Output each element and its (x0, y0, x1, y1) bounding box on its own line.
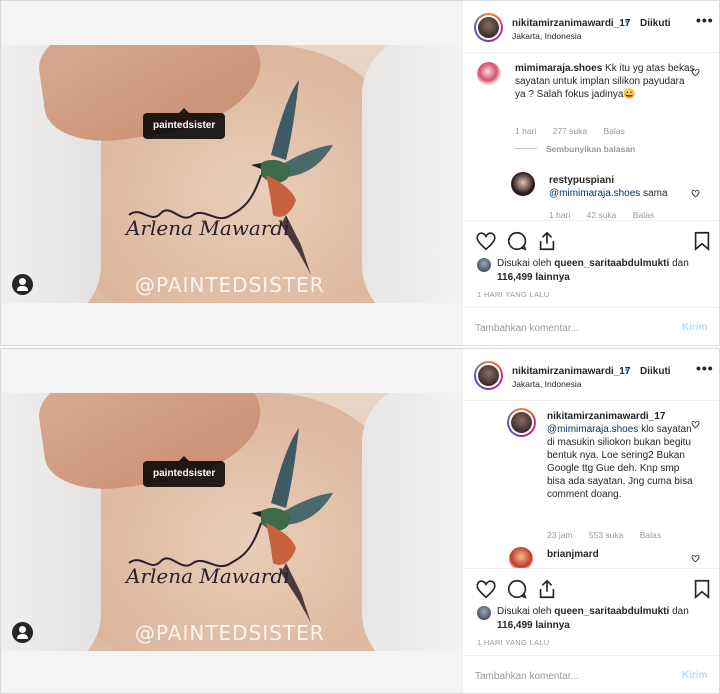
post-comment-button[interactable]: Kirim (682, 670, 708, 681)
likes-count[interactable]: 116,499 lainnya (497, 620, 570, 631)
author-avatar[interactable] (474, 361, 503, 390)
comment-like-icon[interactable] (691, 68, 700, 77)
bird-tattoo: Arlena Mawardi (124, 428, 333, 623)
post-header: nikitamirzanimawardi_17 • Diikuti Jakart… (463, 349, 719, 401)
reply-reply-button[interactable]: Balas (633, 210, 654, 220)
reply-time[interactable]: 1 hari (549, 210, 570, 220)
reply-likes[interactable]: 553 suka (589, 530, 624, 540)
reply-text: brianjmard (547, 548, 693, 561)
comment-username[interactable]: mimimaraja.shoes (515, 63, 602, 74)
photo-watermark: @PAINTEDSISTER (135, 621, 325, 645)
comment-input[interactable] (475, 318, 665, 338)
bookmark-icon[interactable] (691, 230, 713, 252)
comment-icon[interactable] (506, 578, 528, 600)
reply-text: restypuspiani @mimimaraja.shoes sama (549, 175, 668, 199)
comments-list: nikitamirzanimawardi_17 @mimimaraja.shoe… (463, 402, 719, 568)
reply-like-icon[interactable] (691, 189, 700, 198)
reply-like-icon[interactable] (691, 420, 700, 429)
reply-meta: 23 jam 553 suka Balas (547, 530, 675, 540)
post-1: Arlena Mawardi paintedsister @PAINTEDSIS… (0, 0, 720, 346)
heart-icon[interactable] (475, 230, 497, 252)
reply-username[interactable]: brianjmard (547, 549, 599, 560)
bird-tattoo: Arlena Mawardi (124, 80, 333, 275)
reply-username[interactable]: nikitamirzanimawardi_17 (547, 411, 665, 422)
liker-avatar[interactable] (477, 258, 491, 272)
reply-avatar[interactable] (509, 547, 533, 568)
instagram-page: Arlena Mawardi paintedsister @PAINTEDSIS… (0, 0, 720, 694)
post-sidebar: nikitamirzanimawardi_17 • Diikuti Jakart… (462, 349, 719, 693)
post-location[interactable]: Jakarta, Indonesia (512, 31, 581, 41)
post-photo-area: Arlena Mawardi paintedsister @PAINTEDSIS… (1, 349, 462, 693)
post-comment-button[interactable]: Kirim (682, 322, 708, 333)
post-sidebar: nikitamirzanimawardi_17 • Diikuti Jakart… (462, 1, 719, 345)
reply-username[interactable]: restypuspiani (549, 175, 614, 186)
post-actions: Disukai oleh queen_saritaabdulmukti dan … (463, 568, 719, 693)
comment-time[interactable]: 1 hari (515, 126, 536, 136)
bookmark-icon[interactable] (691, 578, 713, 600)
reply-avatar[interactable] (511, 172, 535, 196)
comments-list: mimimaraja.shoes Kk itu yg atas bekas sa… (463, 54, 719, 220)
post-location[interactable]: Jakarta, Indonesia (512, 379, 581, 389)
author-avatar[interactable] (474, 13, 503, 42)
ellipsis-icon[interactable]: ••• (696, 12, 714, 28)
share-icon[interactable] (536, 578, 558, 600)
photo-watermark: @PAINTEDSISTER (135, 273, 325, 297)
follow-status-button[interactable]: Diikuti (640, 18, 671, 29)
reply-divider (515, 148, 537, 149)
svg-text:Arlena Mawardi: Arlena Mawardi (124, 216, 290, 240)
reply-likes[interactable]: 42 suka (587, 210, 617, 220)
likes-summary: Disukai oleh queen_saritaabdulmukti dan … (497, 606, 689, 631)
heart-icon[interactable] (475, 578, 497, 600)
comment-icon[interactable] (506, 230, 528, 252)
liker-username[interactable]: queen_saritaabdulmukti (554, 606, 669, 617)
post-photo[interactable]: Arlena Mawardi (1, 45, 462, 303)
add-comment-bar: Kirim (463, 307, 719, 345)
follow-status-button[interactable]: Diikuti (640, 366, 671, 377)
tagged-users-icon[interactable] (12, 274, 33, 295)
comment-text: mimimaraja.shoes Kk itu yg atas bekas sa… (515, 63, 695, 100)
share-icon[interactable] (536, 230, 558, 252)
comment-meta: 1 hari 277 suka Balas (515, 126, 639, 136)
comment-likes[interactable]: 277 suka (553, 126, 588, 136)
reply-button[interactable]: Balas (604, 126, 625, 136)
liker-username[interactable]: queen_saritaabdulmukti (554, 258, 669, 269)
user-tag-bubble[interactable]: paintedsister (143, 108, 226, 139)
header-separator: • (625, 365, 629, 376)
svg-text:Arlena Mawardi: Arlena Mawardi (124, 564, 290, 588)
reply-reply-button[interactable]: Balas (640, 530, 661, 540)
reply-avatar[interactable] (507, 408, 536, 437)
post-header: nikitamirzanimawardi_17 • Diikuti Jakart… (463, 1, 719, 53)
comment-input[interactable] (475, 666, 665, 686)
add-comment-bar: Kirim (463, 655, 719, 693)
tagged-users-icon[interactable] (12, 622, 33, 643)
author-username[interactable]: nikitamirzanimawardi_17 (512, 18, 630, 29)
liker-avatar[interactable] (477, 606, 491, 620)
reply-mention[interactable]: @mimimaraja.shoes (549, 188, 640, 199)
reply-text: nikitamirzanimawardi_17 @mimimaraja.shoe… (547, 411, 693, 500)
author-username[interactable]: nikitamirzanimawardi_17 (512, 366, 630, 377)
post-photo-area: Arlena Mawardi paintedsister @PAINTEDSIS… (1, 1, 462, 345)
post-timestamp[interactable]: 1 HARI YANG LALU (477, 290, 549, 299)
reply-like-icon[interactable] (691, 554, 700, 563)
reply-mention[interactable]: @mimimaraja.shoes (547, 424, 638, 435)
ellipsis-icon[interactable]: ••• (696, 360, 714, 376)
commenter-avatar[interactable] (477, 62, 501, 86)
post-2: Arlena Mawardi paintedsister @PAINTEDSIS… (0, 348, 720, 694)
likes-summary: Disukai oleh queen_saritaabdulmukti dan … (497, 258, 689, 283)
post-timestamp[interactable]: 1 HARI YANG LALU (477, 638, 549, 647)
user-tag-bubble[interactable]: paintedsister (143, 456, 226, 487)
post-photo[interactable]: Arlena Mawardi (1, 393, 462, 651)
post-actions: Disukai oleh queen_saritaabdulmukti dan … (463, 220, 719, 345)
reply-meta: 1 hari 42 suka Balas (549, 210, 668, 220)
hide-replies-button[interactable]: Sembunyikan balasan (546, 144, 635, 154)
header-separator: • (625, 17, 629, 28)
reply-time[interactable]: 23 jam (547, 530, 573, 540)
likes-count[interactable]: 116,499 lainnya (497, 272, 570, 283)
